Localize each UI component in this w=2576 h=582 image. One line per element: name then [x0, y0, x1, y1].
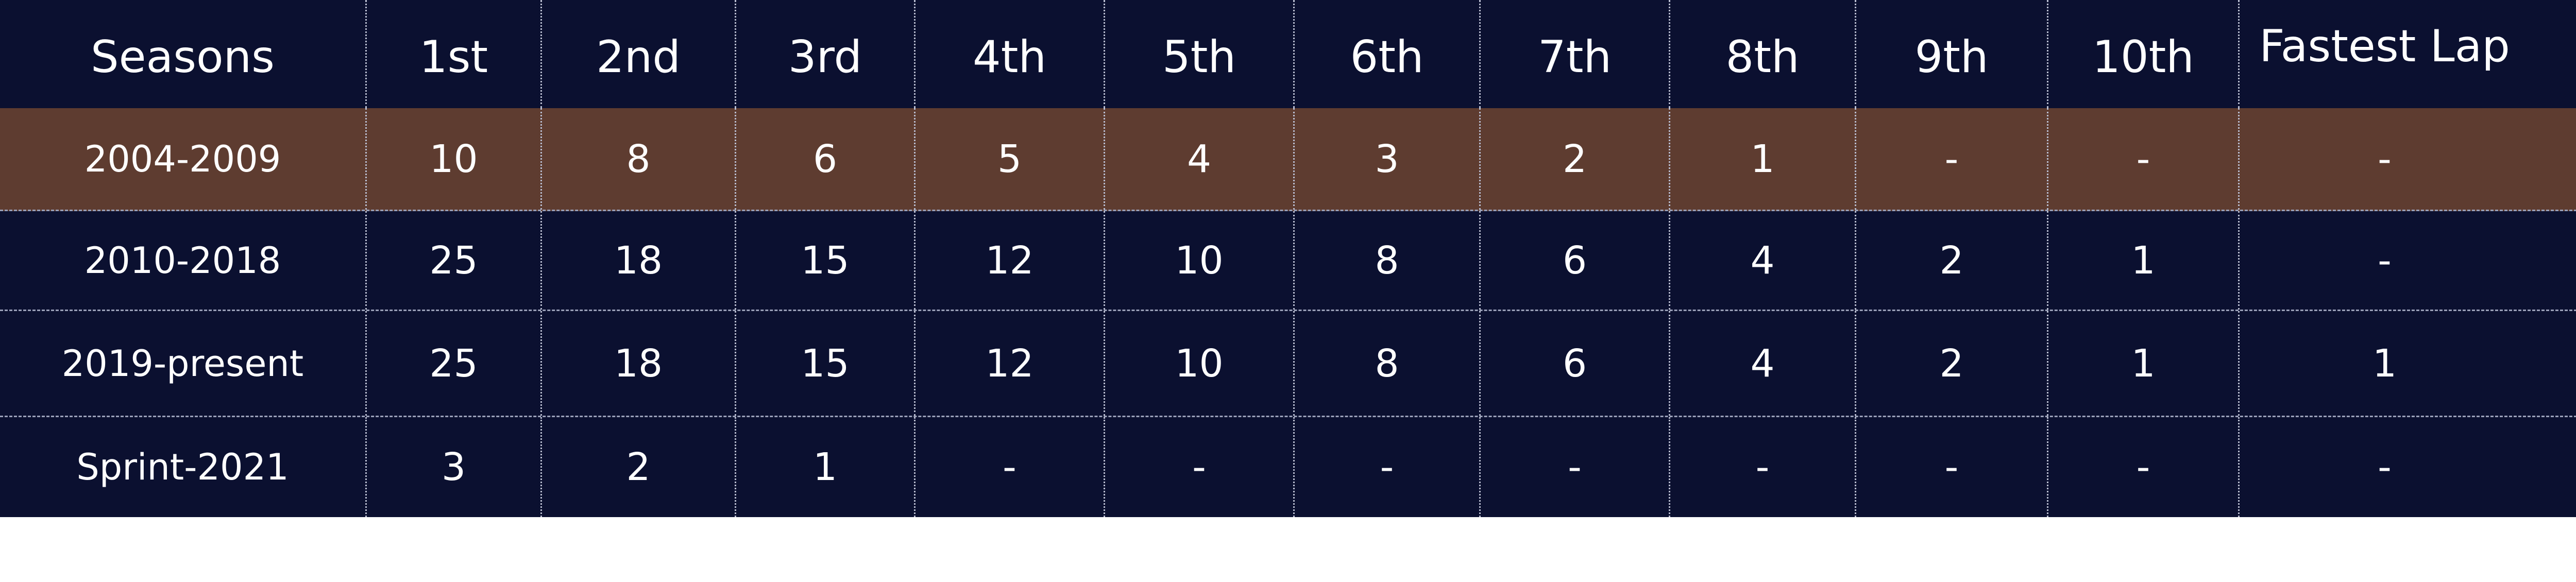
header-5th: 5th	[1105, 0, 1295, 108]
header-3rd: 3rd	[736, 0, 916, 108]
table-cell: -	[1856, 417, 2048, 517]
header-2nd: 2nd	[542, 0, 736, 108]
header-10th: 10th	[2048, 0, 2240, 108]
table-cell: 4	[1105, 108, 1295, 210]
table-row: Sprint-2021 3 2 1 - - - - - - - -	[0, 417, 2576, 517]
row-season-label: 2019-present	[0, 311, 367, 416]
table-cell: -	[2048, 108, 2240, 210]
header-9th: 9th	[1856, 0, 2048, 108]
table-cell: 12	[916, 311, 1105, 416]
table-cell: -	[1670, 417, 1856, 517]
header-1st: 1st	[367, 0, 542, 108]
table-cell: 12	[916, 211, 1105, 310]
table-row: 2019-present 25 18 15 12 10 8 6 4 2 1 1	[0, 311, 2576, 417]
table-cell: 2	[542, 417, 736, 517]
table-header-row: Seasons 1st 2nd 3rd 4th 5th 6th 7th 8th …	[0, 0, 2576, 108]
table-cell: 1	[736, 417, 916, 517]
table-cell: -	[2378, 445, 2392, 489]
row-season-label: Sprint-2021	[0, 417, 367, 517]
table-cell: 1	[1670, 108, 1856, 210]
table-cell: 1	[2372, 341, 2397, 386]
table-cell: -	[1295, 417, 1481, 517]
header-fastest-lap: Fastest Lap	[2259, 21, 2510, 72]
table-cell: 15	[736, 311, 916, 416]
table-cell: 3	[1295, 108, 1481, 210]
table-cell: 2	[1481, 108, 1670, 210]
table-cell: 1	[2048, 211, 2240, 310]
table-cell: 5	[916, 108, 1105, 210]
table-cell: 1	[2048, 311, 2240, 416]
table-row: 2010-2018 25 18 15 12 10 8 6 4 2 1 -	[0, 211, 2576, 311]
row-season-label: 2004-2009	[0, 108, 367, 210]
table-cell: -	[1105, 417, 1295, 517]
table-cell: 8	[1295, 211, 1481, 310]
header-6th: 6th	[1295, 0, 1481, 108]
table-cell: 8	[542, 108, 736, 210]
table-cell: -	[2378, 136, 2392, 181]
table-cell: 10	[367, 108, 542, 210]
table-cell: 15	[736, 211, 916, 310]
table-cell: 6	[1481, 211, 1670, 310]
table-cell: 6	[736, 108, 916, 210]
table-cell: 2	[1856, 311, 2048, 416]
header-7th: 7th	[1481, 0, 1670, 108]
table-cell: 25	[367, 311, 542, 416]
header-seasons: Seasons	[0, 0, 367, 108]
table-cell: -	[916, 417, 1105, 517]
table-cell: 25	[367, 211, 542, 310]
table-cell: 8	[1295, 311, 1481, 416]
header-8th: 8th	[1670, 0, 1856, 108]
table-cell: 2	[1856, 211, 2048, 310]
table-cell: 3	[367, 417, 542, 517]
table-cell: -	[1481, 417, 1670, 517]
points-table: Seasons 1st 2nd 3rd 4th 5th 6th 7th 8th …	[0, 0, 2576, 517]
row-season-label: 2010-2018	[0, 211, 367, 310]
table-cell: 10	[1105, 211, 1295, 310]
table-cell: -	[2378, 238, 2392, 283]
table-cell: -	[2048, 417, 2240, 517]
table-cell: 18	[542, 211, 736, 310]
header-4th: 4th	[916, 0, 1105, 108]
table-cell: -	[1856, 108, 2048, 210]
table-cell: 4	[1670, 211, 1856, 310]
table-row: 2004-2009 10 8 6 5 4 3 2 1 - - -	[0, 108, 2576, 211]
table-cell: 6	[1481, 311, 1670, 416]
table-cell: 4	[1670, 311, 1856, 416]
table-cell: 10	[1105, 311, 1295, 416]
table-cell: 18	[542, 311, 736, 416]
